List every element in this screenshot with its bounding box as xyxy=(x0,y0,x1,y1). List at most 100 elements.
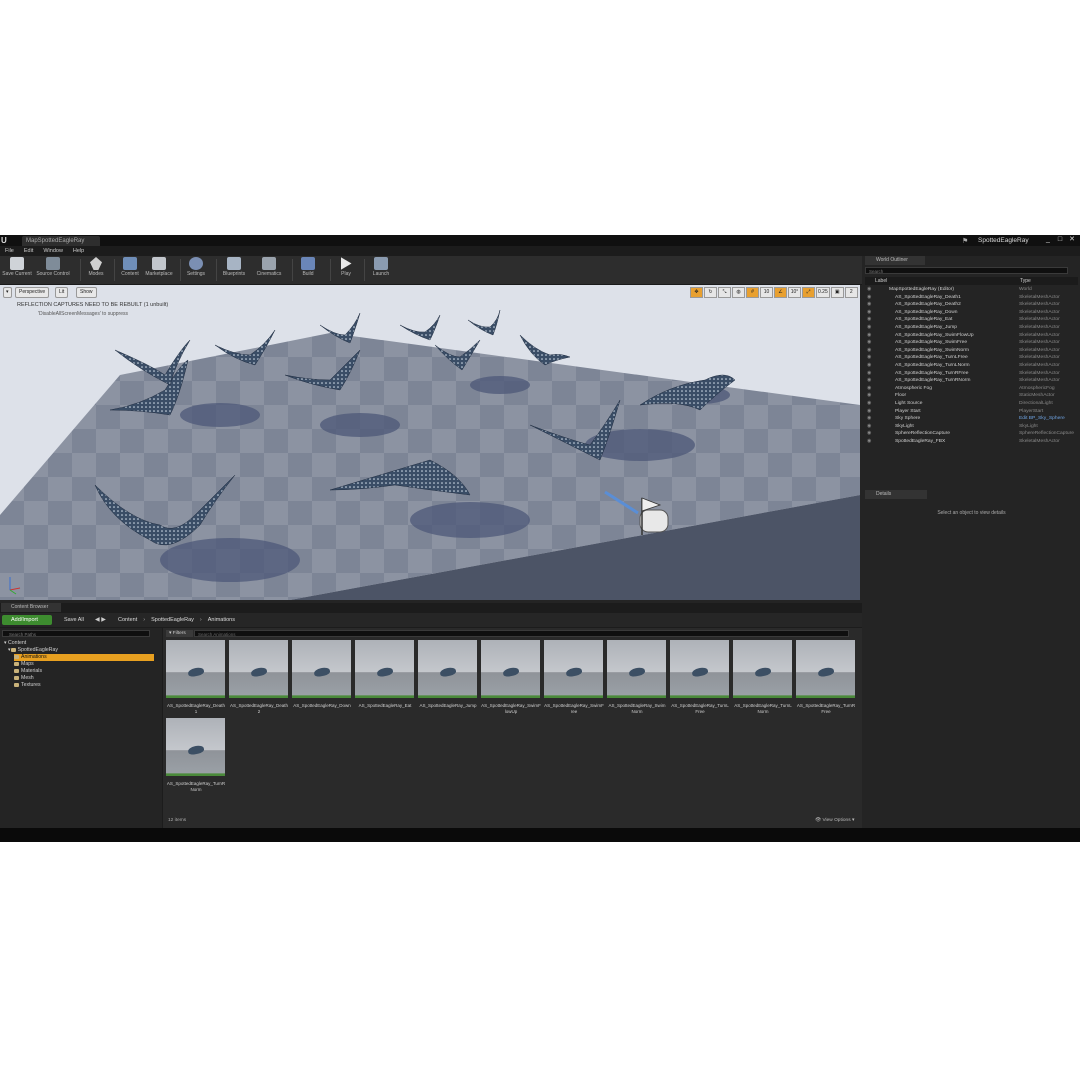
save-current-button[interactable]: Save Current xyxy=(2,257,32,283)
maximize-button[interactable]: □ xyxy=(1055,235,1065,245)
asset-tile[interactable]: AS_SpottedEagleRay_Death2 xyxy=(229,640,289,714)
menu-edit[interactable]: Edit xyxy=(19,246,38,256)
tree-item-mesh[interactable]: Mesh xyxy=(14,675,34,682)
content-button[interactable]: Content xyxy=(118,257,142,283)
outliner-row-type[interactable]: Edit BP_Sky_Sphere xyxy=(1019,415,1065,423)
minimize-button[interactable]: _ xyxy=(1043,235,1053,245)
scale-snap-icon[interactable]: ⤢ xyxy=(802,287,815,298)
level-tab[interactable]: MapSpottedEagleRay xyxy=(22,236,100,246)
visibility-icon[interactable]: ◉ xyxy=(867,316,871,324)
outliner-row[interactable]: ◉ Sky Sphere Edit BP_Sky_Sphere xyxy=(865,415,1078,423)
column-label[interactable]: Label xyxy=(875,277,887,285)
search-assets-input[interactable]: Search Animations xyxy=(194,630,849,637)
outliner-row[interactable]: ◉ SpottedEagleRay_FBX SkeletalMeshActor xyxy=(865,438,1078,446)
tree-item-spottedeagleray[interactable]: ▾ SpottedEagleRay xyxy=(8,647,58,654)
outliner-row[interactable]: ◉ AS_SpottedEagleRay_Death2 SkeletalMeshAc… xyxy=(865,301,1078,309)
translate-tool-icon[interactable]: ✥ xyxy=(690,287,703,298)
outliner-row[interactable]: ◉ AS_SpottedEagleRay_SwimFlowUp SkeletalMe… xyxy=(865,332,1078,340)
camera-speed-value[interactable]: 2 xyxy=(844,287,858,298)
viewport-scene[interactable] xyxy=(0,285,860,600)
visibility-icon[interactable]: ◉ xyxy=(867,294,871,302)
outliner-row[interactable]: ◉ SkyLight SkyLight xyxy=(865,423,1078,431)
outliner-row[interactable]: ◉ AS_SpottedEagleRay_SwimNorm SkeletalMesh… xyxy=(865,347,1078,355)
visibility-icon[interactable]: ◉ xyxy=(867,430,871,438)
source-control-button[interactable]: Source Control xyxy=(35,257,71,283)
menu-window[interactable]: Window xyxy=(38,246,68,256)
asset-tile[interactable]: AS_SpottedEagleRay_TurnRFree xyxy=(796,640,856,714)
asset-tile[interactable]: AS_SpottedEagleRay_Down xyxy=(292,640,352,709)
outliner-row[interactable]: ◉ AS_SpottedEagleRay_Jump SkeletalMeshActo… xyxy=(865,324,1078,332)
rotation-snap-icon[interactable]: ∠ xyxy=(774,287,787,298)
level-viewport[interactable]: ▾ Perspective Lit Show ✥ ↻ ⤡ ◍ # 10 ∠ 10… xyxy=(0,285,860,600)
asset-tile[interactable]: AS_SpottedEagleRay_TurnLNorm xyxy=(733,640,793,714)
tree-item-textures[interactable]: Textures xyxy=(14,682,41,689)
blueprints-button[interactable]: Blueprints xyxy=(220,257,248,283)
lit-button[interactable]: Lit xyxy=(55,287,69,298)
asset-tile[interactable]: AS_SpottedEagleRay_TurnRNorm xyxy=(166,718,226,792)
asset-tile[interactable]: AS_SpottedEagleRay_TurnLFree xyxy=(670,640,730,714)
camera-speed-icon[interactable]: ▣ xyxy=(830,287,844,298)
visibility-icon[interactable]: ◉ xyxy=(867,354,871,362)
outliner-row[interactable]: ◉ Atmospheric Fog AtmosphericFog xyxy=(865,385,1078,393)
outliner-row[interactable]: ◉ AS_SpottedEagleRay_Eat SkeletalMeshActor xyxy=(865,316,1078,324)
visibility-icon[interactable]: ◉ xyxy=(867,438,871,446)
close-button[interactable]: ✕ xyxy=(1067,235,1077,245)
visibility-icon[interactable]: ◉ xyxy=(867,370,871,378)
column-type[interactable]: Type xyxy=(1020,277,1031,285)
tree-item-maps[interactable]: Maps xyxy=(14,661,34,668)
visibility-icon[interactable]: ◉ xyxy=(867,286,871,294)
scale-snap-value[interactable]: 0.25 xyxy=(816,287,830,298)
tree-item-content[interactable]: ▾ Content xyxy=(4,640,26,647)
outliner-row[interactable]: ◉ AS_SpottedEagleRay_Down SkeletalMeshActo… xyxy=(865,309,1078,317)
asset-tile[interactable]: AS_SpottedEagleRay_Eat xyxy=(355,640,415,709)
visibility-icon[interactable]: ◉ xyxy=(867,423,871,431)
outliner-row[interactable]: ◉ Player Start PlayerStart xyxy=(865,408,1078,416)
visibility-icon[interactable]: ◉ xyxy=(867,377,871,385)
grid-snap-icon[interactable]: # xyxy=(746,287,759,298)
tree-item-animations[interactable]: Animations xyxy=(14,654,154,661)
visibility-icon[interactable]: ◉ xyxy=(867,392,871,400)
launch-button[interactable]: Launch xyxy=(368,257,394,283)
outliner-search-input[interactable]: Search xyxy=(865,267,1068,274)
asset-tile[interactable]: AS_SpottedEagleRay_SwimNorm xyxy=(607,640,667,714)
outliner-row[interactable]: ◉ SphereReflectionCapture SphereReflection… xyxy=(865,430,1078,438)
search-paths-input[interactable]: Search Paths xyxy=(2,630,150,637)
outliner-row[interactable]: ◉ Floor StaticMeshActor xyxy=(865,392,1078,400)
outliner-row[interactable]: ◉ Light Source DirectionalLight xyxy=(865,400,1078,408)
outliner-row[interactable]: ◉ AS_SpottedEagleRay_TurnLFree SkeletalMes… xyxy=(865,354,1078,362)
breadcrumb-spottedeagleray[interactable]: SpottedEagleRay xyxy=(151,615,194,625)
world-local-icon[interactable]: ◍ xyxy=(732,287,745,298)
perspective-button[interactable]: Perspective xyxy=(15,287,50,298)
menu-help[interactable]: Help xyxy=(68,246,89,256)
tree-item-materials[interactable]: Materials xyxy=(14,668,42,675)
modes-button[interactable]: Modes xyxy=(84,257,108,283)
breadcrumb-animations[interactable]: Animations xyxy=(208,615,235,625)
visibility-icon[interactable]: ◉ xyxy=(867,362,871,370)
visibility-icon[interactable]: ◉ xyxy=(867,301,871,309)
unreal-logo-icon[interactable]: U xyxy=(1,236,10,245)
rotate-tool-icon[interactable]: ↻ xyxy=(704,287,717,298)
rotation-snap-value[interactable]: 10° xyxy=(788,287,801,298)
visibility-icon[interactable]: ◉ xyxy=(867,347,871,355)
outliner-row[interactable]: ◉ AS_SpottedEagleRay_TurnRFree SkeletalMes… xyxy=(865,370,1078,378)
visibility-icon[interactable]: ◉ xyxy=(867,408,871,416)
viewport-options-button[interactable]: ▾ xyxy=(3,287,12,298)
grid-snap-value[interactable]: 10 xyxy=(760,287,773,298)
visibility-icon[interactable]: ◉ xyxy=(867,339,871,347)
show-button[interactable]: Show xyxy=(76,287,97,298)
settings-button[interactable]: Settings xyxy=(184,257,208,283)
marketplace-button[interactable]: Marketplace xyxy=(144,257,174,283)
history-arrows[interactable]: ◀ ▶ xyxy=(95,615,106,625)
visibility-icon[interactable]: ◉ xyxy=(867,332,871,340)
cinematics-button[interactable]: Cinematics xyxy=(254,257,284,283)
asset-tile[interactable]: AS_SpottedEagleRay_Death1 xyxy=(166,640,226,714)
visibility-icon[interactable]: ◉ xyxy=(867,385,871,393)
world-outliner-tab[interactable]: World Outliner xyxy=(865,256,925,265)
outliner-row[interactable]: ◉ MapSpottedEagleRay (Editor) World xyxy=(865,286,1078,294)
outliner-row[interactable]: ◉ AS_SpottedEagleRay_Death1 SkeletalMeshAc… xyxy=(865,294,1078,302)
play-button[interactable]: Play xyxy=(334,257,358,283)
asset-tile[interactable]: AS_SpottedEagleRay_Jump xyxy=(418,640,478,709)
filters-button[interactable]: ▾ Filters xyxy=(166,630,193,637)
visibility-icon[interactable]: ◉ xyxy=(867,415,871,423)
outliner-row[interactable]: ◉ AS_SpottedEagleRay_SwimFree SkeletalMesh… xyxy=(865,339,1078,347)
